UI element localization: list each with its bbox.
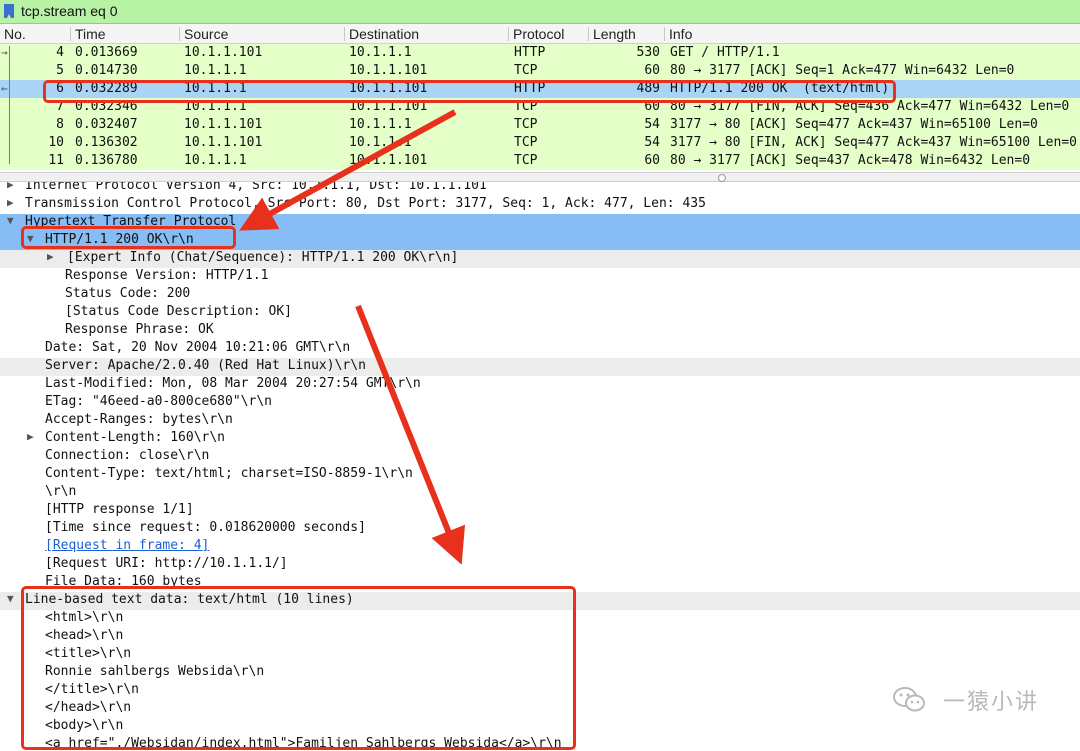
- annotation-arrow-2: [355, 304, 466, 565]
- watermark: 一猿小讲: [892, 684, 1039, 720]
- watermark-text: 一猿小讲: [943, 690, 1040, 715]
- annotation-arrow-1: [239, 109, 457, 231]
- wechat-icon: [892, 686, 926, 720]
- annotation-arrows: [239, 109, 466, 565]
